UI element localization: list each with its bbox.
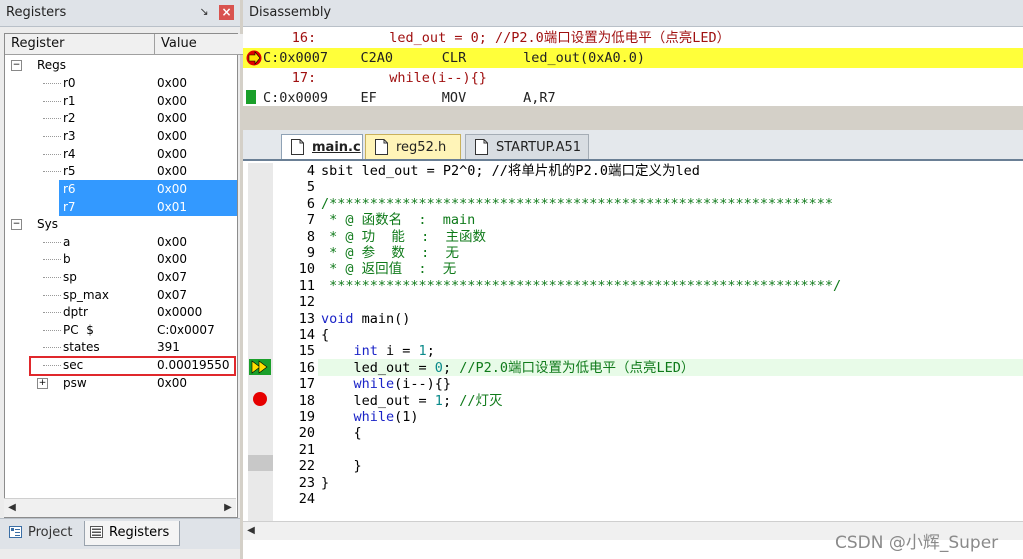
table-row[interactable]: r2 0x00 bbox=[5, 109, 237, 127]
column-header-register[interactable]: Register bbox=[5, 34, 155, 55]
sec-highlight-box bbox=[29, 356, 236, 376]
breakpoint-gutter[interactable] bbox=[248, 163, 273, 533]
file-icon bbox=[475, 139, 488, 155]
code-line: int i = 1; bbox=[321, 343, 435, 360]
collapse-icon[interactable]: − bbox=[11, 60, 22, 71]
code-line: } bbox=[321, 474, 330, 491]
table-row[interactable]: a 0x00 bbox=[5, 233, 237, 251]
table-row[interactable]: sp_max 0x07 bbox=[5, 286, 237, 304]
file-tabs: main.c reg52.h STARTUP.A51 bbox=[243, 130, 1023, 161]
table-row[interactable]: dptr 0x0000 bbox=[5, 303, 237, 321]
expand-icon[interactable]: + bbox=[37, 378, 48, 389]
code-line: } bbox=[321, 458, 362, 475]
tree-group-sys[interactable]: − Sys bbox=[5, 215, 237, 233]
tab-startup-a51[interactable]: STARTUP.A51 bbox=[465, 134, 589, 159]
breakpoint-icon[interactable] bbox=[253, 392, 267, 406]
code-line: led_out = 1; //灯灭 bbox=[321, 392, 503, 409]
collapse-icon[interactable]: − bbox=[11, 219, 22, 230]
scroll-left-icon[interactable]: ◀ bbox=[4, 499, 20, 517]
code-line: * @ 函数名 : main bbox=[321, 212, 476, 229]
project-icon bbox=[9, 526, 22, 538]
coverage-marker bbox=[246, 90, 256, 104]
close-icon[interactable]: × bbox=[219, 5, 234, 20]
tree-group-psw[interactable]: + psw 0x00 bbox=[5, 374, 237, 392]
code-line: sbit led_out = P2^0; //将单片机的P2.0端口定义为led bbox=[321, 163, 700, 179]
code-line: while(i--){} bbox=[321, 376, 452, 393]
registers-icon bbox=[90, 526, 103, 538]
registers-titlebar: Registers ↘ × bbox=[0, 0, 240, 27]
table-row[interactable]: sp 0x07 bbox=[5, 268, 237, 286]
code-line: * @ 参 数 : 无 bbox=[321, 245, 460, 261]
disasm-line-current[interactable]: C:0x0007 C2A0 CLR led_out(0xA0.0) bbox=[243, 48, 1023, 68]
line-numbers: 4 5 6 7 8 9 10 11 12 13 14 15 16 17 18 1… bbox=[273, 163, 318, 533]
file-icon bbox=[375, 139, 388, 155]
table-row-selected[interactable]: r7 0x01 bbox=[59, 198, 237, 216]
code-line: { bbox=[321, 425, 362, 442]
registers-panel: Registers ↘ × Register Value − Regs r0 0x… bbox=[0, 0, 243, 559]
code-line: ****************************************… bbox=[321, 277, 842, 294]
file-icon bbox=[291, 139, 304, 155]
table-row[interactable]: r4 0x00 bbox=[5, 145, 237, 163]
register-tree[interactable]: Register Value − Regs r0 0x00 r1 0x00 r2 0x… bbox=[4, 33, 243, 518]
code-line-current: led_out = 0; //P2.0端口设置为低电平（点亮LED） bbox=[321, 359, 695, 376]
horizontal-scrollbar[interactable]: ◀ ▶ bbox=[4, 498, 236, 517]
disasm-line[interactable]: C:0x0009 EF MOV A,R7 bbox=[243, 88, 1023, 106]
scroll-right-icon[interactable]: ▶ bbox=[220, 499, 236, 517]
watermark: CSDN @小辉_Super bbox=[835, 533, 999, 553]
tree-group-regs[interactable]: − Regs bbox=[5, 56, 237, 74]
code-line: * @ 功 能 : 主函数 bbox=[321, 228, 487, 245]
code-line: /***************************************… bbox=[321, 195, 834, 212]
panel-tabs: Project Registers bbox=[0, 518, 240, 549]
code-line: while(1) bbox=[321, 409, 419, 425]
tab-registers[interactable]: Registers bbox=[84, 521, 180, 546]
pin-icon[interactable]: ↘ bbox=[198, 6, 210, 18]
table-row[interactable]: b 0x00 bbox=[5, 250, 237, 268]
code-editor: main.c reg52.h STARTUP.A51 4 5 6 7 8 9 1… bbox=[243, 130, 1023, 559]
tab-reg52-h[interactable]: reg52.h bbox=[365, 134, 461, 159]
tab-main-c[interactable]: main.c bbox=[281, 134, 363, 159]
table-row[interactable]: r1 0x00 bbox=[5, 92, 237, 110]
current-instruction-icon bbox=[246, 50, 262, 66]
code-line: void main() bbox=[321, 310, 411, 327]
code-area[interactable]: sbit led_out = P2^0; //将单片机的P2.0端口定义为led… bbox=[321, 163, 1021, 533]
code-line: * @ 返回值 : 无 bbox=[321, 261, 457, 278]
tab-project[interactable]: Project bbox=[4, 521, 72, 545]
registers-title: Registers bbox=[6, 5, 67, 20]
table-row[interactable]: r3 0x00 bbox=[5, 127, 237, 145]
disasm-line[interactable]: 17: while(i--){} bbox=[243, 68, 1023, 88]
disassembly-title: Disassembly bbox=[249, 5, 332, 20]
table-row-selected[interactable]: r6 0x00 bbox=[59, 180, 237, 198]
table-row[interactable]: r5 0x00 bbox=[5, 162, 237, 180]
table-row[interactable]: r0 0x00 bbox=[5, 74, 237, 92]
table-row[interactable]: PC $ C:0x0007 bbox=[5, 321, 237, 339]
code-line: { bbox=[321, 327, 330, 343]
disasm-line[interactable]: 16: led_out = 0; //P2.0端口设置为低电平（点亮LED） bbox=[243, 28, 1023, 48]
disassembly-titlebar: Disassembly bbox=[243, 0, 1023, 27]
table-row[interactable]: states 391 bbox=[5, 338, 237, 356]
scroll-left-icon[interactable]: ◀ bbox=[243, 522, 259, 540]
execution-arrow-icon bbox=[249, 359, 271, 375]
column-header-value[interactable]: Value bbox=[155, 34, 243, 55]
disassembly-panel: Disassembly 16: led_out = 0; //P2.0端口设置为… bbox=[243, 0, 1023, 106]
gutter-marker bbox=[248, 455, 273, 471]
